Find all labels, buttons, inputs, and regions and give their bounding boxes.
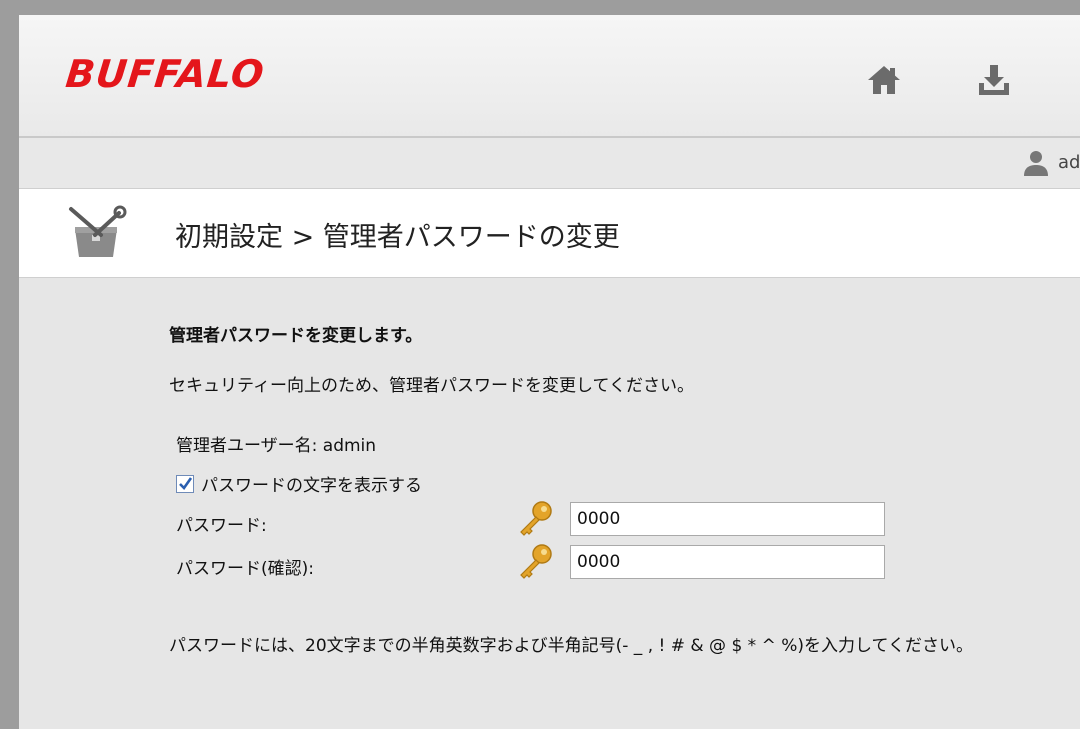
section-heading: 管理者パスワードを変更します。 [169, 326, 423, 346]
user-bar: ad [19, 138, 1080, 189]
show-password-checkbox[interactable] [176, 474, 194, 493]
show-password-option[interactable]: パスワードの文字を表示する [176, 471, 422, 496]
download-icon[interactable] [976, 62, 1012, 98]
password-confirm-label: パスワード(確認): [176, 559, 314, 579]
user-name[interactable]: ad [1058, 152, 1080, 173]
password-label: パスワード: [176, 516, 267, 536]
password-confirm-input[interactable] [570, 545, 885, 579]
header-bar: BUFFALO [19, 15, 1080, 138]
main-content: 管理者パスワードを変更します。 セキュリティー向上のため、管理者パスワードを変更… [19, 278, 1080, 729]
page-title-bar: 初期設定 > 管理者パスワードの変更 [19, 189, 1080, 278]
checkmark-icon [179, 476, 193, 490]
buffalo-logo[interactable]: BUFFALO [64, 52, 267, 96]
router-admin-window: BUFFALO ad 初期設定 > 管理者パスワードの変更 管理者パスワードを変… [19, 15, 1080, 729]
intro-text: セキュリティー向上のため、管理者パスワードを変更してください。 [169, 376, 694, 396]
page-title: 初期設定 > 管理者パスワードの変更 [175, 222, 620, 253]
key-icon [520, 544, 552, 579]
toolbox-icon [69, 205, 127, 257]
show-password-label: パスワードの文字を表示する [201, 476, 422, 496]
password-rule-note: パスワードには、20文字までの半角英数字および半角記号(- _ , ! # & … [169, 636, 973, 656]
admin-username-line: 管理者ユーザー名: admin [176, 436, 377, 456]
home-icon[interactable] [866, 62, 902, 98]
key-icon [520, 501, 552, 536]
password-input[interactable] [570, 502, 885, 536]
user-icon [1024, 151, 1048, 176]
